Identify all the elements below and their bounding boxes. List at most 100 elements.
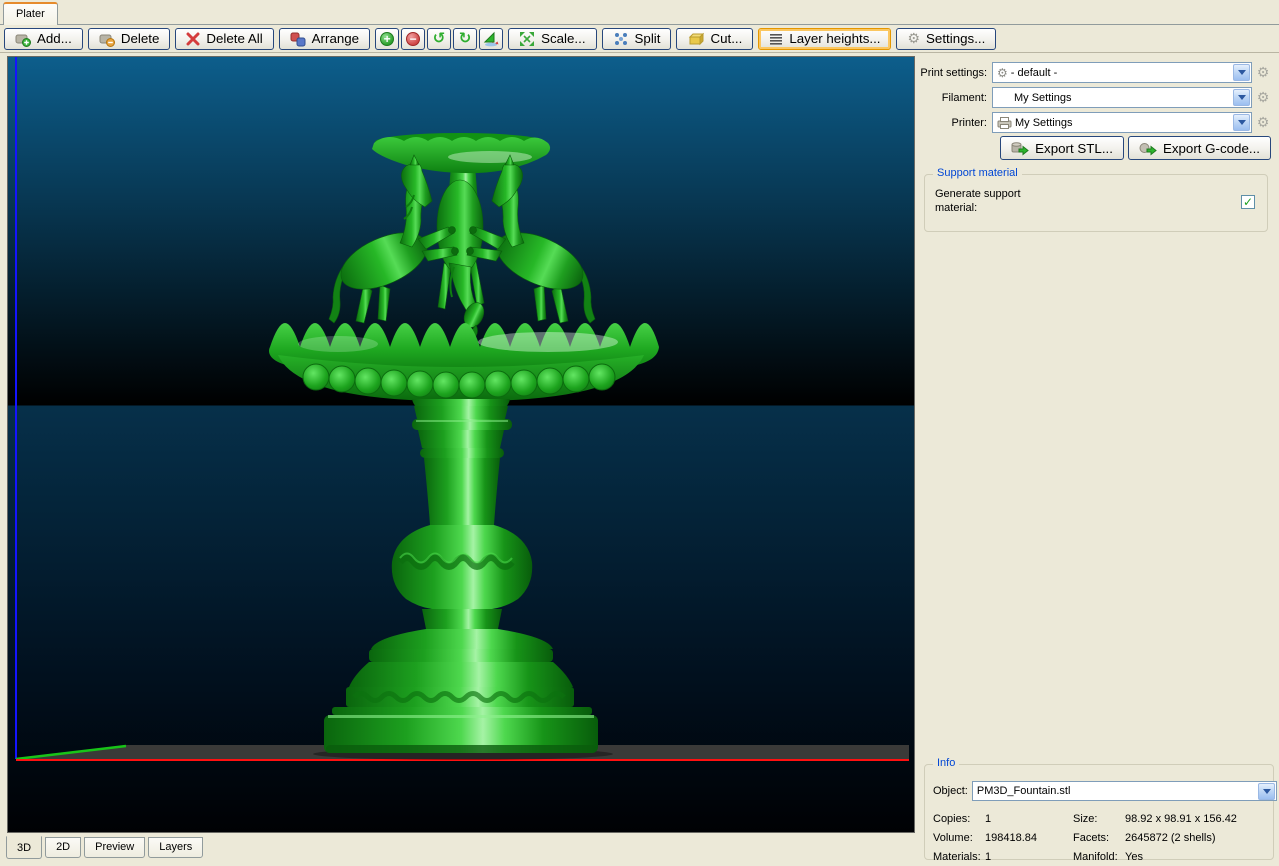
3d-scene [8, 57, 914, 832]
plater-toolbar: Add... Delete Delete All Arrange + − ↺ ↻ [0, 25, 1279, 53]
rotate-ccw-button[interactable]: ↺ [427, 27, 452, 50]
delete-object-icon [99, 34, 115, 47]
rotate-ccw-icon: ↺ [432, 30, 446, 47]
export-stl-icon [1011, 142, 1029, 156]
printer-label: Printer: [951, 116, 987, 129]
delete-all-icon [186, 32, 200, 45]
increase-copies-button[interactable]: + [375, 27, 400, 50]
rotate-cw-button[interactable]: ↻ [453, 27, 478, 50]
view-tabbar: 3D 2D Preview Layers [6, 836, 206, 859]
mirror-button[interactable] [479, 27, 504, 50]
volume-label: Volume: [933, 831, 973, 844]
object-combo[interactable]: PM3D_Fountain.stl [971, 781, 1277, 801]
copies-value: 1 [985, 812, 992, 825]
add-button[interactable]: Add... [4, 27, 83, 50]
split-button[interactable]: Split [601, 27, 672, 50]
export-row: Export STL... Export G-code... [1000, 136, 1271, 160]
filament-label: Filament: [941, 91, 987, 104]
check-icon: ✓ [1242, 195, 1254, 209]
chevron-down-icon[interactable] [1233, 64, 1250, 81]
print-settings-row: Print settings: ⚙ - default - ⚙ [920, 62, 1272, 83]
export-gcode-icon [1139, 143, 1157, 156]
scale-button-label: Scale... [541, 31, 586, 46]
support-material-title: Support material [933, 167, 1022, 179]
object-label: Object: [933, 785, 968, 797]
plus-icon: + [380, 31, 395, 46]
manifold-value: Yes [1125, 850, 1143, 863]
tab-3d-label: 3D [17, 842, 32, 854]
facets-label: Facets: [1073, 831, 1110, 844]
manifold-label: Manifold: [1073, 850, 1118, 863]
decrease-copies-button[interactable]: − [401, 27, 426, 50]
print-settings-label: Print settings: [920, 66, 987, 79]
tab-2d-label: 2D [56, 841, 71, 853]
add-object-icon [15, 34, 31, 47]
printer-combo[interactable]: My Settings [992, 112, 1252, 133]
filament-row: Filament: My Settings ⚙ [920, 87, 1272, 108]
notebook-tabbar: Plater [0, 0, 1279, 25]
scale-button[interactable]: Scale... [508, 27, 597, 50]
add-button-label: Add... [37, 31, 72, 46]
delete-button[interactable]: Delete [87, 27, 171, 50]
printer-icon [997, 116, 1012, 129]
facets-value: 2645872 (2 shells) [1125, 831, 1216, 844]
arrange-button-label: Arrange [311, 31, 360, 46]
gear-icon: ⚙ [907, 30, 921, 46]
delete-all-button[interactable]: Delete All [175, 27, 274, 50]
sidebar: Print settings: ⚙ - default - ⚙ Filament… [920, 56, 1279, 863]
tab-layers-label: Layers [159, 841, 193, 853]
generate-support-label: Generate support material: [935, 188, 1021, 214]
export-stl-label: Export STL... [1035, 140, 1113, 156]
export-gcode-label: Export G-code... [1162, 140, 1260, 156]
delete-button-label: Delete [120, 31, 160, 46]
3d-viewport[interactable] [7, 56, 915, 833]
printer-row: Printer: My Settings ⚙ [920, 112, 1272, 133]
object-row: Object: PM3D_Fountain.stl [933, 781, 1277, 801]
print-settings-gear-button[interactable]: ⚙ [1254, 64, 1272, 81]
preset-gear-icon: ⚙ [997, 65, 1008, 80]
layer-heights-icon [770, 33, 783, 45]
cut-button[interactable]: Cut... [676, 27, 754, 50]
minus-icon: − [406, 31, 421, 46]
volume-value: 198418.84 [985, 831, 1037, 844]
info-title: Info [933, 757, 960, 769]
tab-preview[interactable]: Preview [84, 837, 146, 858]
info-group: Info Object: PM3D_Fountain.stl Copies: 1… [924, 757, 1277, 863]
layer-heights-button[interactable]: Layer heights... [758, 27, 892, 50]
materials-value: 1 [985, 850, 992, 863]
copies-label: Copies: [933, 812, 971, 825]
tab-plater-label: Plater [16, 8, 45, 20]
chevron-down-icon[interactable] [1258, 782, 1275, 800]
materials-label: Materials: [933, 850, 981, 863]
printer-value: My Settings [1015, 116, 1073, 129]
split-icon [614, 32, 627, 45]
filament-combo[interactable]: My Settings [992, 87, 1252, 108]
layer-heights-button-label: Layer heights... [789, 31, 881, 46]
printer-gear-button[interactable]: ⚙ [1254, 114, 1272, 131]
info-stats: Copies: 1 Size: 98.92 x 98.91 x 156.42 V… [933, 809, 1271, 866]
chevron-down-icon[interactable] [1233, 114, 1250, 131]
filament-gear-button[interactable]: ⚙ [1254, 89, 1272, 106]
tab-2d[interactable]: 2D [45, 837, 82, 858]
print-settings-combo[interactable]: ⚙ - default - [992, 62, 1252, 83]
settings-button[interactable]: ⚙ Settings... [896, 27, 997, 50]
export-stl-button[interactable]: Export STL... [1000, 136, 1124, 160]
split-button-label: Split [634, 31, 661, 46]
export-gcode-button[interactable]: Export G-code... [1127, 136, 1271, 160]
chevron-down-icon[interactable] [1233, 89, 1250, 106]
generate-support-checkbox[interactable]: ✓ [1241, 195, 1255, 209]
mirror-icon [483, 31, 499, 46]
object-value: PM3D_Fountain.stl [976, 785, 1071, 797]
settings-button-label: Settings... [926, 31, 986, 46]
size-value: 98.92 x 98.91 x 156.42 [1125, 812, 1237, 825]
rotate-cw-icon: ↻ [458, 30, 472, 47]
tab-layers[interactable]: Layers [148, 837, 204, 858]
arrange-button[interactable]: Arrange [278, 27, 371, 50]
size-label: Size: [1073, 812, 1098, 825]
cut-button-label: Cut... [710, 31, 743, 46]
tab-preview-label: Preview [95, 841, 135, 853]
arrange-icon [290, 32, 306, 46]
tab-3d[interactable]: 3D [6, 836, 43, 859]
tab-plater[interactable]: Plater [3, 2, 58, 25]
cut-icon [689, 32, 705, 45]
